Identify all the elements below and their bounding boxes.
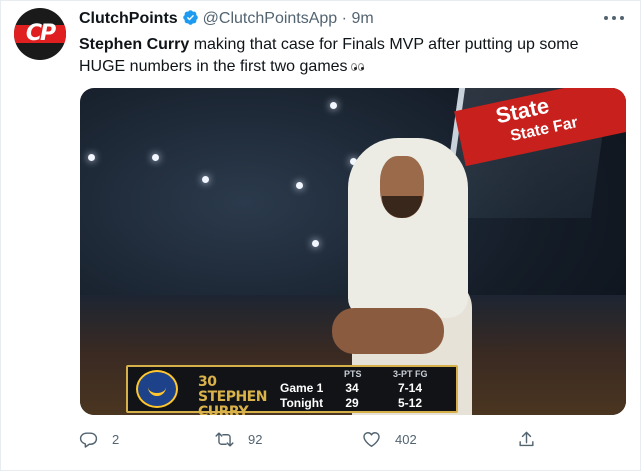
- verified-badge-icon: [182, 10, 198, 25]
- author-name[interactable]: ClutchPoints: [79, 10, 178, 27]
- tweet-card[interactable]: CP ClutchPoints @ClutchPointsApp · 9m Ste…: [0, 0, 641, 471]
- eyes-emoji-icon: [350, 56, 365, 78]
- heart-icon: [363, 431, 380, 447]
- share-icon: [519, 431, 534, 446]
- scoreboard-player-last: CURRY: [198, 404, 249, 416]
- warriors-logo-icon: [136, 370, 178, 408]
- scoreboard-row-labels: Game 1 Tonight: [280, 381, 323, 411]
- scoreboard-player-first: 30 STEPHEN: [198, 374, 267, 405]
- scoreboard-pts-value: 34: [345, 381, 359, 395]
- tweet-actions: 2 92 402: [1, 424, 641, 454]
- retweet-icon: [215, 431, 234, 447]
- tweet-text: Stephen Curry making that case for Final…: [79, 34, 624, 78]
- score-graphic: 30 STEPHEN CURRY PTS 3-PT FG Game 1 Toni…: [126, 365, 458, 416]
- reply-count: 2: [112, 431, 120, 447]
- arena-light: [296, 182, 303, 189]
- reply-button[interactable]: 2: [79, 428, 119, 450]
- reply-icon: [79, 431, 98, 448]
- scoreboard-row-label: Tonight: [280, 396, 324, 410]
- scoreboard-header-3pt: 3-PT FG: [393, 369, 428, 379]
- tweet-timestamp[interactable]: 9m: [351, 10, 373, 27]
- arena-light: [202, 176, 209, 183]
- tweet-text-mention[interactable]: Stephen Curry: [79, 36, 189, 53]
- scoreboard-pts-value: 29: [345, 396, 359, 410]
- retweet-count: 92: [248, 431, 263, 447]
- arena-light: [88, 154, 95, 161]
- scoreboard-player-name: 30 STEPHEN CURRY: [198, 374, 278, 416]
- scoreboard-3pt-value: 5-12: [397, 396, 423, 410]
- like-count: 402: [395, 431, 417, 447]
- tweet-header: ClutchPoints @ClutchPointsApp · 9m: [79, 9, 374, 29]
- scoreboard-3pt-value: 7-14: [397, 381, 423, 395]
- retweet-button[interactable]: 92: [215, 428, 262, 450]
- arena-light: [330, 102, 337, 109]
- header-separator: ·: [341, 10, 347, 27]
- avatar[interactable]: CP: [14, 8, 66, 60]
- avatar-logo: CP: [25, 21, 56, 46]
- author-handle[interactable]: @ClutchPointsApp: [203, 10, 338, 27]
- scoreboard-header-pts: PTS: [344, 369, 362, 379]
- tweet-image[interactable]: State State Far 30 STEPHEN CURRY PTS 3-P…: [80, 88, 626, 415]
- scoreboard-row-label: Game 1: [280, 381, 324, 395]
- share-button[interactable]: [517, 428, 550, 450]
- arena-light: [152, 154, 159, 161]
- player-arms: [332, 308, 444, 354]
- more-options-icon[interactable]: [604, 13, 624, 23]
- like-button[interactable]: 402: [362, 428, 417, 450]
- arena-light: [312, 240, 319, 247]
